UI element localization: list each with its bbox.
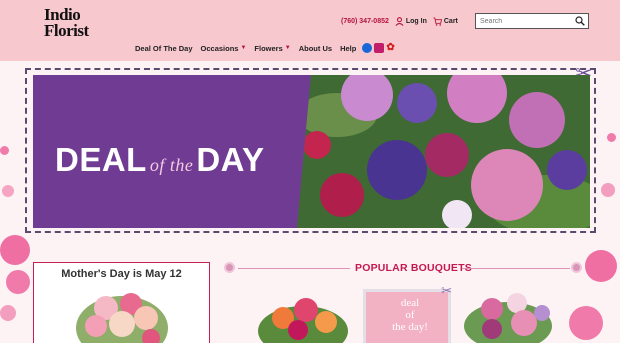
- popular-bouquets-heading: POPULAR BOUQUETS: [355, 262, 472, 274]
- deal-of-the-day-banner[interactable]: ✂ DEAL of theDAY: [25, 63, 596, 233]
- banner-headline: DEAL of theDAY: [55, 141, 265, 179]
- site-header: Indio Florist (760) 347-0852 Log In Cart: [0, 0, 620, 61]
- deal-card-line1: deal: [400, 297, 420, 309]
- nav-label: Help: [340, 43, 357, 53]
- decor-dot-left: [224, 262, 235, 273]
- facebook-icon[interactable]: [362, 43, 373, 53]
- deal-card-text: deal of the day!: [382, 297, 438, 333]
- mothers-day-title: Mother's Day is May 12: [61, 268, 182, 280]
- nav-flowers[interactable]: Flowers ▼: [254, 43, 290, 53]
- cart-icon: [433, 16, 442, 26]
- nav-label: Deal Of The Day: [135, 43, 193, 53]
- chevron-down-icon: ▼: [284, 45, 291, 51]
- nav-deal-of-the-day[interactable]: Deal Of The Day: [135, 43, 193, 53]
- popular-bouquet-3[interactable]: [462, 291, 554, 343]
- banner-text-panel: DEAL of theDAY: [33, 75, 311, 228]
- login-label: Log In: [405, 17, 427, 25]
- login-link[interactable]: Log In: [395, 16, 427, 26]
- decor-dot-right: [571, 262, 582, 273]
- nav-occasions[interactable]: Occasions ▼: [201, 43, 247, 53]
- search-box: [475, 13, 589, 29]
- cart-label: Cart: [443, 17, 458, 25]
- nav-label: Flowers: [254, 43, 283, 53]
- divider-right: [462, 268, 570, 269]
- main-nav: Deal Of The Day Occasions ▼ Flowers ▼ Ab…: [135, 43, 396, 53]
- search-input[interactable]: [476, 14, 572, 28]
- top-utility-bar: (760) 347-0852 Log In Cart: [341, 14, 458, 28]
- banner-flower-photo: [297, 75, 590, 228]
- site-logo[interactable]: Indio Florist: [44, 6, 89, 40]
- search-icon[interactable]: [575, 16, 585, 26]
- nav-label: About Us: [298, 43, 333, 53]
- yelp-icon[interactable]: ✿: [386, 43, 396, 53]
- cart-link[interactable]: Cart: [433, 16, 458, 26]
- mothers-day-bouquet-image: [76, 293, 168, 343]
- nav-about-us[interactable]: About Us: [299, 43, 332, 53]
- nav-help[interactable]: Help: [340, 43, 356, 53]
- phone-link[interactable]: (760) 347-0852: [341, 18, 389, 25]
- banner-word-deal: DEAL: [55, 141, 147, 178]
- divider-left: [238, 268, 350, 269]
- banner-word-of-the: of the: [149, 155, 194, 175]
- deal-card-line3: the day!: [392, 321, 428, 333]
- deal-card-line2: of: [405, 309, 415, 321]
- nav-label: Occasions: [200, 43, 239, 53]
- popular-bouquet-1[interactable]: [258, 296, 348, 343]
- instagram-icon[interactable]: [374, 43, 385, 53]
- deal-of-the-day-card[interactable]: deal of the day! ✂: [363, 283, 452, 343]
- chevron-down-icon: ▼: [240, 45, 247, 51]
- user-icon: [395, 16, 404, 26]
- logo-line2: Florist: [44, 21, 89, 40]
- flower-bouquet-image: [297, 75, 590, 228]
- mothers-day-promo[interactable]: Mother's Day is May 12: [33, 262, 210, 343]
- social-links: ✿: [362, 43, 396, 53]
- scissors-icon: ✂: [441, 283, 452, 298]
- banner-word-day: DAY: [196, 141, 265, 178]
